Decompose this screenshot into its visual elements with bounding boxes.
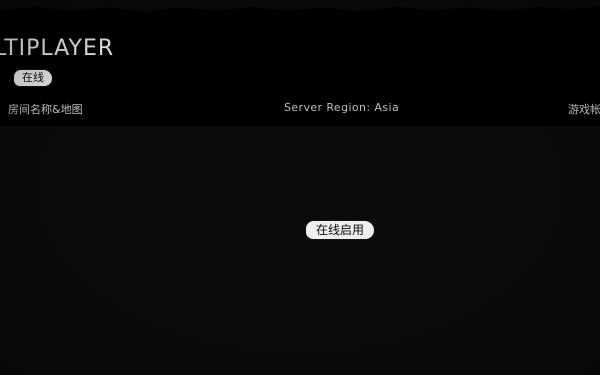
online-status-tag[interactable]: 在线 xyxy=(14,70,52,86)
column-room-name-map: 房间名称&地图 xyxy=(8,103,83,116)
multiplayer-screen: LTIPLAYER 在线 房间名称&地图 Server Region: Asia… xyxy=(0,0,600,375)
page-title: LTIPLAYER xyxy=(0,36,115,61)
top-header: LTIPLAYER 在线 房间名称&地图 Server Region: Asia… xyxy=(0,0,600,126)
server-region-label: Server Region: Asia xyxy=(284,101,400,114)
enable-online-button[interactable]: 在线启用 xyxy=(306,221,375,239)
header-brush-edge xyxy=(0,0,600,12)
column-game-mode: 游戏帐 xyxy=(568,103,600,116)
